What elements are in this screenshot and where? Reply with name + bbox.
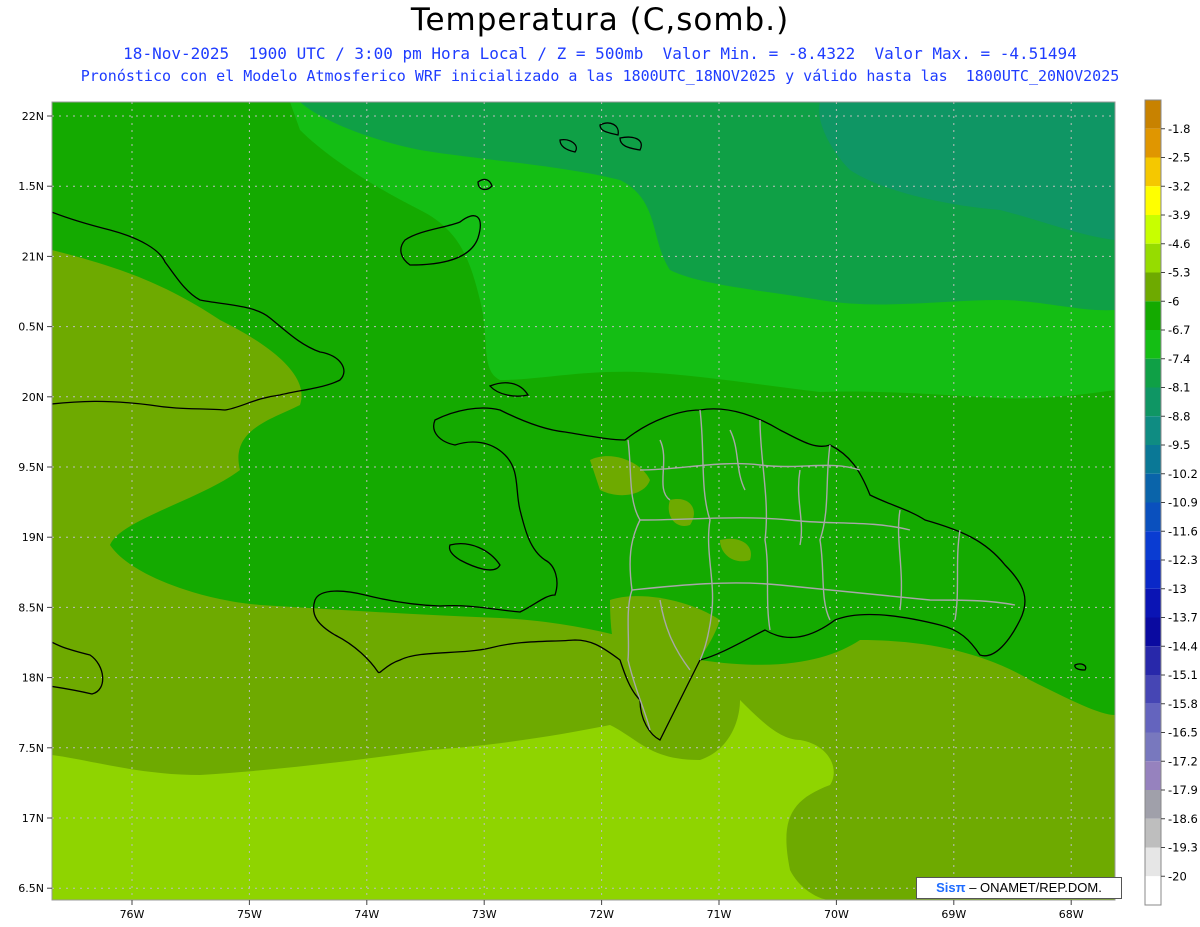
lat-label: 20N [22,391,44,404]
colorbar-swatch [1145,502,1161,532]
lat-label: 0.5N [18,321,44,334]
colorbar-label: -11.6 [1168,524,1198,538]
colorbar-label: -17.9 [1168,783,1198,797]
lat-label: 9.5N [18,461,44,474]
colorbar-label: -18.6 [1168,812,1198,826]
colorbar-label: -10.9 [1168,496,1198,510]
colorbar-label: -14.4 [1168,639,1198,653]
colorbar-label: -6 [1168,294,1179,308]
colorbar-swatch [1145,732,1161,762]
colorbar-label: -20 [1168,869,1187,883]
colorbar-swatch [1145,445,1161,474]
lat-label: 8.5N [18,601,44,614]
lon-label: 74W [354,908,379,921]
colorbar-label: -3.9 [1168,208,1190,222]
colorbar-swatch [1145,646,1161,675]
lat-label: 19N [22,531,44,544]
colorbar-swatch [1145,617,1161,647]
colorbar-label: -19.3 [1168,841,1198,855]
colorbar-label: -3.2 [1168,179,1190,193]
sispi-logo: Sisπ [936,880,966,895]
lat-label: 21N [22,250,44,263]
lat-label: 17N [22,812,44,825]
colorbar-label: -1.8 [1168,122,1190,136]
lon-label: 76W [120,908,145,921]
colorbar-label: -10.2 [1168,467,1198,481]
temperature-map: 22N 1.5N 21N 0.5N 20N 9.5N 19N 8.5N 18N 7.5N 17N 6.… [18,99,1198,921]
colorbar-label: -2.5 [1168,151,1190,165]
colorbar-label: -7.4 [1168,352,1190,366]
lon-label: 72W [589,908,614,921]
temperature-field [52,102,1115,900]
colorbar-swatch [1145,330,1161,359]
colorbar-swatch [1145,157,1161,187]
colorbar-label: -4.6 [1168,237,1190,251]
colorbar-swatch [1145,473,1161,503]
colorbar-swatch [1145,790,1161,819]
credit-box: Sisπ – ONAMET/REP.DOM. [916,877,1122,899]
colorbar-swatch [1145,703,1161,733]
colorbar-label: -13 [1168,582,1187,596]
latitude-labels: 22N 1.5N 21N 0.5N 20N 9.5N 19N 8.5N 18N 7.5N 17N 6.… [18,110,52,895]
lon-label: 73W [472,908,497,921]
colorbar-swatch [1145,416,1161,445]
colorbar-swatch [1145,761,1161,790]
colorbar-swatch [1145,272,1161,302]
colorbar-swatch [1145,243,1161,273]
colorbar-label: -13.7 [1168,611,1198,625]
colorbar: -1.8 -2.5 -3.2 -3.9 -4.6 -5.3 -6 -6.7 -7.4 -8.1 -8… [1144,99,1198,906]
colorbar-label: -16.5 [1168,726,1198,740]
colorbar-label: -12.3 [1168,553,1198,567]
colorbar-label: -6.7 [1168,323,1190,337]
colorbar-label: -8.1 [1168,381,1190,395]
lon-label: 68W [1059,908,1084,921]
colorbar-swatch [1145,818,1161,848]
colorbar-swatch [1145,876,1161,905]
lat-label: 18N [22,672,44,685]
colorbar-swatch [1145,128,1161,158]
colorbar-swatch [1145,588,1161,618]
lat-label: 1.5N [18,180,44,193]
longitude-labels: 76W 75W 74W 73W 72W 71W 70W 69W 68W [120,900,1084,921]
lon-label: 71W [707,908,732,921]
colorbar-swatch [1145,531,1161,560]
lon-label: 75W [237,908,262,921]
colorbar-label: -17.2 [1168,754,1198,768]
colorbar-swatch [1145,215,1161,244]
lon-label: 69W [941,908,966,921]
colorbar-label: -9.5 [1168,438,1190,452]
colorbar-label: -15.8 [1168,697,1198,711]
colorbar-swatch [1145,301,1161,330]
lon-label: 70W [824,908,849,921]
colorbar-swatch [1145,358,1161,388]
colorbar-label: -5.3 [1168,266,1190,280]
colorbar-swatch [1145,100,1161,129]
credit-text: – ONAMET/REP.DOM. [965,880,1102,895]
lat-label: 6.5N [18,882,44,895]
lat-label: 7.5N [18,742,44,755]
colorbar-label: -8.8 [1168,409,1190,423]
colorbar-swatch [1145,186,1161,215]
colorbar-label: -15.1 [1168,668,1198,682]
colorbar-swatch [1145,675,1161,704]
colorbar-swatch [1145,560,1161,589]
colorbar-swatch [1145,847,1161,877]
colorbar-swatch [1145,387,1161,417]
lat-label: 22N [22,110,44,123]
